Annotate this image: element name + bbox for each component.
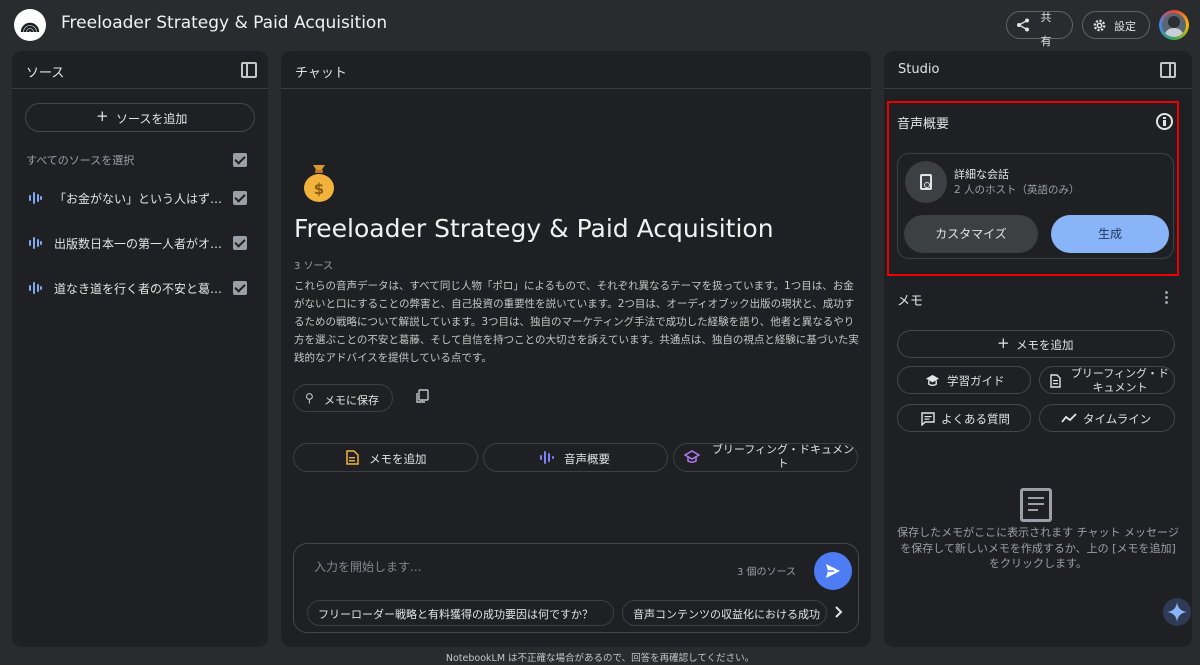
source-checkbox[interactable]: [233, 281, 247, 295]
conversation-subtitle: 2 人のホスト（英語のみ）: [954, 184, 1080, 196]
source-title: 「お金がない」という人はずっと…: [54, 192, 224, 206]
action-label: 音声概要: [564, 452, 610, 466]
graduation-cap-icon: [684, 450, 700, 463]
sources-header: ソース: [12, 51, 268, 89]
notebook-summary: これらの音声データは、すべて同じ人物「ポロ」によるもので、それぞれ異なるテーマを…: [294, 280, 859, 364]
faq-label: よくある質問: [941, 412, 1010, 426]
timeline-button[interactable]: タイムライン: [1039, 404, 1175, 432]
source-checkbox[interactable]: [233, 191, 247, 205]
share-label: 共有: [1040, 11, 1052, 48]
save-to-memo-button[interactable]: ⚲ メモに保存: [293, 384, 393, 412]
save-memo-label: メモに保存: [324, 394, 379, 407]
audio-wave-icon: [29, 237, 42, 249]
source-item[interactable]: 「お金がない」という人はずっと…: [12, 183, 268, 213]
share-icon: [1017, 18, 1029, 32]
action-label: ブリーフィング・ドキュメント: [711, 443, 855, 470]
more-vert-icon[interactable]: [1165, 291, 1169, 305]
briefing-doc-button[interactable]: ブリーフィング・ドキュメント: [1039, 366, 1175, 394]
disclaimer: NotebookLM は不正確な場合があるので、回答を再確認してください。: [445, 653, 755, 664]
graduation-cap-icon: [926, 374, 939, 387]
suggestion-chip[interactable]: フリーローダー戦略と有料獲得の成功要因は何ですか？: [307, 600, 614, 626]
note-icon: [346, 450, 359, 465]
timeline-label: タイムライン: [1083, 412, 1152, 426]
notebook-title[interactable]: Freeloader Strategy & Paid Acquisition: [61, 13, 387, 33]
copy-icon[interactable]: [415, 389, 429, 403]
timeline-icon: [1061, 413, 1077, 423]
input-source-count: 3 個のソース: [737, 567, 797, 578]
conversation-title: 詳細な会話: [954, 168, 1009, 181]
avatar[interactable]: [1159, 10, 1189, 40]
source-title: 出版数日本一の第一人者がオーディオ…: [54, 237, 224, 251]
send-icon: [826, 564, 840, 578]
studio-header: Studio: [884, 51, 1192, 89]
collapse-panel-icon[interactable]: [1160, 62, 1176, 78]
select-all-checkbox[interactable]: [233, 153, 247, 167]
collapse-panel-icon[interactable]: [241, 62, 257, 78]
briefing-doc-action-button[interactable]: ブリーフィング・ドキュメント: [673, 443, 858, 472]
empty-memo-text: 保存したメモがここに表示されます チャット メッセージを保存して新しいメモを作成…: [897, 526, 1179, 570]
money-bag-icon: $: [304, 165, 334, 202]
faq-button[interactable]: よくある質問: [897, 404, 1031, 432]
source-count: 3 ソース: [294, 261, 334, 272]
audio-overview-card: 詳細な会話 2 人のホスト（英語のみ） カスタマイズ 生成: [897, 153, 1174, 259]
sources-panel: ソース + ソースを追加 すべてのソースを選択 「お金がない」という人はずっと……: [12, 51, 268, 647]
notes-empty-icon: [1020, 488, 1052, 522]
send-button[interactable]: [814, 552, 852, 590]
chat-input[interactable]: [314, 560, 714, 574]
audio-wave-icon: [29, 192, 42, 204]
info-icon[interactable]: [1156, 113, 1173, 130]
chevron-right-icon[interactable]: [830, 604, 846, 620]
audio-wave-icon: [540, 451, 554, 464]
select-all-label: すべてのソースを選択: [26, 154, 135, 167]
generate-button[interactable]: 生成: [1051, 215, 1169, 253]
memo-title: メモ: [897, 294, 924, 309]
svg-text:$: $: [314, 180, 324, 198]
study-guide-button[interactable]: 学習ガイド: [897, 366, 1031, 394]
plus-icon: +: [96, 107, 109, 125]
plus-icon: +: [997, 334, 1010, 352]
settings-button[interactable]: 設定: [1082, 11, 1150, 39]
chat-input-box: 3 個のソース フリーローダー戦略と有料獲得の成功要因は何ですか？ 音声コンテン…: [293, 543, 859, 633]
faq-icon: [921, 412, 935, 426]
add-source-button[interactable]: + ソースを追加: [25, 103, 255, 132]
top-bar: Freeloader Strategy & Paid Acquisition 共…: [0, 0, 1200, 50]
chat-header: チャット: [281, 51, 871, 89]
settings-label: 設定: [1114, 20, 1136, 33]
document-icon: [1050, 374, 1061, 388]
add-memo-button[interactable]: + メモを追加: [897, 330, 1175, 358]
source-title: 道なき道を行く者の不安と葛藤…: [54, 282, 224, 296]
audio-overview-title: 音声概要: [897, 117, 950, 132]
notebooklm-logo-icon[interactable]: [14, 9, 46, 41]
pin-icon: ⚲: [305, 391, 314, 405]
add-memo-action-button[interactable]: メモを追加: [293, 443, 478, 472]
customize-button[interactable]: カスタマイズ: [904, 215, 1038, 253]
gear-icon: [1093, 19, 1106, 32]
action-label: メモを追加: [369, 452, 427, 466]
study-guide-label: 学習ガイド: [947, 374, 1005, 388]
source-item[interactable]: 道なき道を行く者の不安と葛藤…: [12, 273, 268, 303]
studio-panel: Studio 音声概要 詳細な会話 2 人のホスト（英語のみ） カスタマイズ 生…: [884, 51, 1192, 647]
source-checkbox[interactable]: [233, 236, 247, 250]
chat-panel: チャット $ Freeloader Strategy & Paid Acquis…: [281, 51, 871, 647]
sources-title: ソース: [26, 66, 65, 81]
studio-title: Studio: [898, 62, 940, 77]
suggestion-chip[interactable]: 音声コンテンツの収益化における成功: [622, 600, 827, 626]
source-item[interactable]: 出版数日本一の第一人者がオーディオ…: [12, 228, 268, 258]
briefing-doc-label: ブリーフィング・ドキュメント: [1070, 367, 1170, 394]
add-source-label: ソースを追加: [116, 112, 188, 126]
notebook-heading: Freeloader Strategy & Paid Acquisition: [294, 214, 774, 243]
audio-wave-icon: [29, 282, 42, 294]
speaker-icon: [905, 161, 947, 203]
gemini-spark-icon[interactable]: [1163, 598, 1191, 626]
add-memo-label: メモを追加: [1016, 338, 1074, 352]
share-button[interactable]: 共有: [1006, 11, 1073, 48]
chat-title: チャット: [295, 66, 347, 81]
audio-overview-action-button[interactable]: 音声概要: [483, 443, 668, 472]
